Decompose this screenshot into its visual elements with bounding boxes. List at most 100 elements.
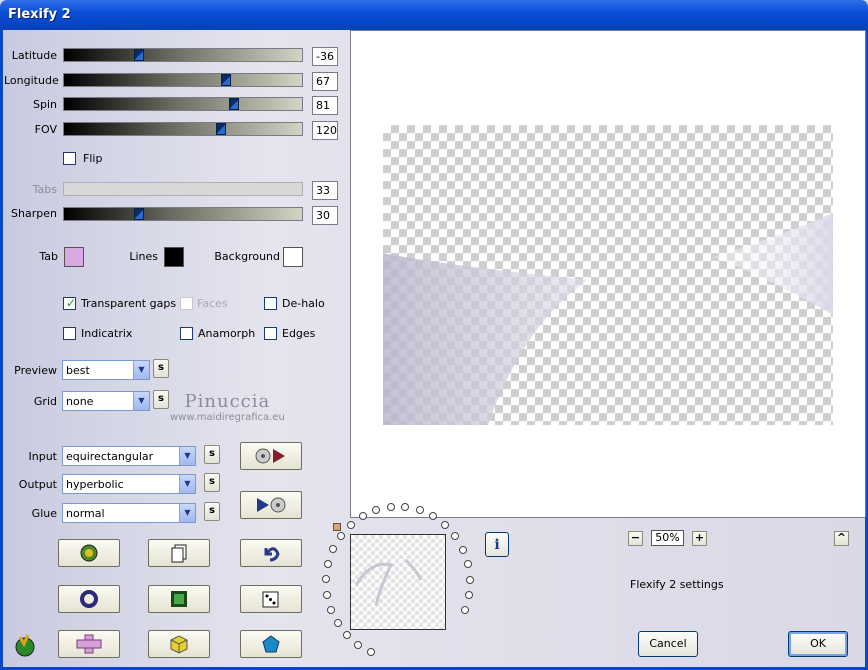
disc-play-icon — [255, 448, 285, 464]
cancel-button[interactable]: Cancel — [638, 631, 698, 657]
spin-thumb[interactable] — [229, 98, 239, 110]
orientation-dot[interactable] — [323, 590, 332, 599]
sharpen-label: Sharpen — [11, 207, 57, 220]
input-s-button[interactable]: s — [204, 445, 220, 464]
output-select[interactable]: hyperbolic ▼ — [62, 474, 196, 494]
glue-s-button[interactable]: s — [204, 502, 220, 521]
chevron-down-icon[interactable]: ▼ — [133, 361, 149, 379]
input-select-value: equirectangular — [66, 450, 154, 463]
save-output-button[interactable] — [240, 491, 302, 519]
anamorph-label: Anamorph — [198, 327, 256, 340]
fov-thumb[interactable] — [216, 123, 226, 135]
sharpen-thumb[interactable] — [134, 208, 144, 220]
orientation-dot[interactable] — [415, 505, 424, 514]
output-s-button[interactable]: s — [204, 473, 220, 492]
grid-s-button[interactable]: s — [153, 390, 169, 409]
sharpen-value[interactable]: 30 — [312, 206, 338, 225]
spin-label: Spin — [33, 98, 57, 111]
gear-icon — [80, 544, 98, 562]
copy-pages-icon — [171, 544, 187, 563]
chevron-down-icon[interactable]: ▼ — [133, 392, 149, 410]
polyhedron-button[interactable] — [240, 630, 302, 658]
faces-checkbox[interactable] — [180, 297, 193, 310]
ring-handle[interactable] — [333, 523, 341, 531]
chevron-down-icon[interactable]: ▼ — [179, 504, 195, 522]
scroll-up-button[interactable]: ^ — [834, 531, 849, 546]
flip-checkbox[interactable] — [63, 152, 76, 165]
square-frame-icon — [171, 591, 187, 607]
preview-select[interactable]: best ▼ — [62, 360, 150, 380]
tabs-slider[interactable] — [63, 182, 303, 196]
cross-net-icon — [76, 634, 102, 654]
preview-select-value: best — [66, 364, 90, 377]
latitude-value[interactable]: -36 — [312, 47, 338, 66]
ring-button[interactable] — [58, 585, 120, 613]
watermark-name: Pinuccia — [184, 391, 271, 412]
tabs-label: Tabs — [32, 183, 57, 196]
input-select[interactable]: equirectangular ▼ — [62, 446, 196, 466]
output-select-label: Output — [18, 478, 57, 491]
preview-canvas[interactable] — [350, 30, 866, 518]
orientation-dot[interactable] — [326, 605, 335, 614]
tabs-value[interactable]: 33 — [312, 181, 338, 200]
anamorph-checkbox[interactable] — [180, 327, 193, 340]
orientation-dot[interactable] — [460, 605, 469, 614]
spin-slider[interactable] — [63, 97, 303, 111]
copy-button[interactable] — [148, 539, 210, 567]
input-select-label: Input — [28, 450, 57, 463]
undo-arrow-icon — [264, 547, 280, 562]
preview-s-button[interactable]: s — [153, 359, 169, 378]
ok-button[interactable]: OK — [788, 631, 848, 657]
longitude-label: Longitude — [4, 74, 59, 87]
fov-slider[interactable] — [63, 122, 303, 136]
longitude-slider[interactable] — [63, 73, 303, 87]
load-input-button[interactable] — [240, 442, 302, 470]
transparent-gaps-label: Transparent gaps — [81, 297, 177, 310]
edges-checkbox[interactable] — [264, 327, 277, 340]
lines-color-swatch[interactable] — [164, 247, 184, 267]
de-halo-checkbox[interactable] — [264, 297, 277, 310]
fov-value[interactable]: 120 — [312, 121, 338, 140]
square-button[interactable] — [148, 585, 210, 613]
latitude-label: Latitude — [11, 49, 57, 62]
tab-color-swatch[interactable] — [64, 247, 84, 267]
indicatrix-checkbox[interactable] — [63, 327, 76, 340]
orientation-dot[interactable] — [346, 520, 355, 529]
longitude-thumb[interactable] — [221, 74, 231, 86]
grid-select[interactable]: none ▼ — [62, 391, 150, 411]
orientation-dot[interactable] — [465, 575, 474, 584]
spin-value[interactable]: 81 — [312, 96, 338, 115]
zoom-out-button[interactable]: − — [628, 531, 643, 546]
title-bar[interactable]: Flexify 2 — [0, 0, 868, 30]
de-halo-label: De-halo — [282, 297, 325, 310]
faces-label: Faces — [197, 297, 228, 310]
chevron-down-icon[interactable]: ▼ — [179, 447, 195, 465]
dice-icon — [262, 591, 279, 608]
background-color-swatch[interactable] — [283, 247, 303, 267]
orientation-dot[interactable] — [358, 512, 367, 521]
zoom-in-button[interactable]: + — [692, 531, 707, 546]
undo-button[interactable] — [240, 539, 302, 567]
orientation-dot[interactable] — [464, 590, 473, 599]
glue-select[interactable]: normal ▼ — [62, 503, 196, 523]
randomize-settings-button[interactable] — [58, 539, 120, 567]
cross-shape-button[interactable] — [58, 630, 120, 658]
orientation-dots[interactable] — [0, 0, 1, 1]
orientation-dot[interactable] — [386, 502, 395, 511]
orientation-dot[interactable] — [324, 560, 333, 568]
glue-select-value: normal — [66, 507, 105, 520]
longitude-value[interactable]: 67 — [312, 72, 338, 91]
sharpen-slider[interactable] — [63, 207, 303, 221]
orientation-dot[interactable] — [459, 545, 468, 554]
indicatrix-label: Indicatrix — [81, 327, 133, 340]
chevron-down-icon[interactable]: ▼ — [179, 475, 195, 493]
info-button[interactable]: i — [485, 532, 509, 557]
latitude-slider[interactable] — [63, 48, 303, 62]
preview-select-label: Preview — [14, 364, 57, 377]
transparent-gaps-checkbox[interactable]: ✓ — [63, 296, 77, 310]
dice-button[interactable] — [240, 585, 302, 613]
checkmark-icon: ✓ — [66, 296, 77, 310]
latitude-thumb[interactable] — [134, 49, 144, 61]
orientation-dot[interactable] — [336, 532, 345, 541]
cube-button[interactable] — [148, 630, 210, 658]
